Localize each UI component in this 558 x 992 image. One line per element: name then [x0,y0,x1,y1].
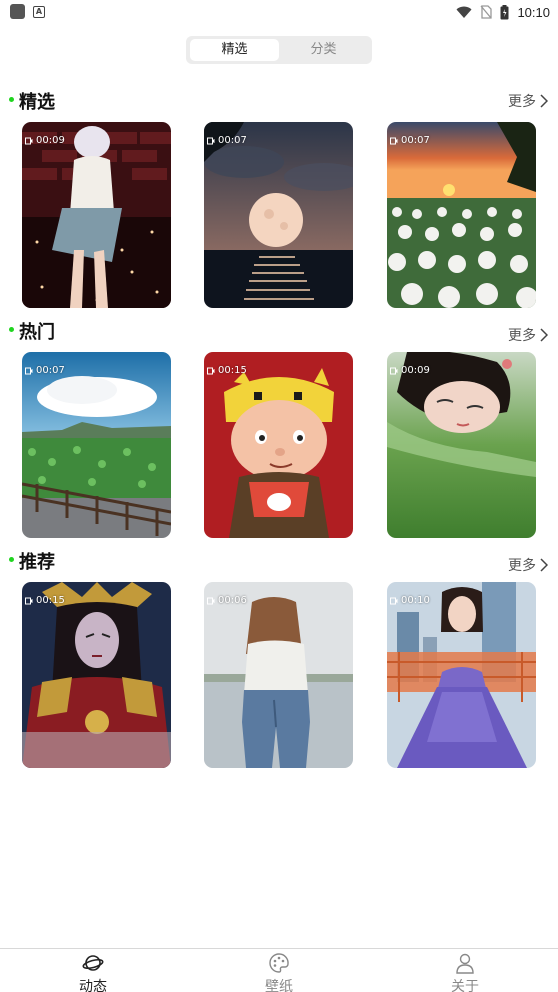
section-dot [9,327,14,332]
video-card[interactable]: 00:09 [387,352,536,538]
section-dot [9,557,14,562]
nav-label: 动态 [79,979,107,992]
video-icon [25,137,33,144]
duration-text: 00:15 [36,595,65,606]
duration-text: 00:06 [218,595,247,606]
video-thumbnail [22,122,171,308]
nav-item-wallpaper[interactable]: 壁纸 [186,949,372,992]
section-title: 热门 [19,322,55,343]
video-duration: 00:09 [25,135,65,146]
clock: 10:10 [517,4,550,20]
video-thumbnail [204,352,353,538]
video-card[interactable]: 00:07 [387,122,536,308]
app-notification-icon [10,4,25,19]
video-card[interactable]: 00:07 [204,122,353,308]
section-title: 精选 [19,92,55,113]
tab-categories[interactable]: 分类 [279,39,368,61]
video-icon [25,597,33,604]
nav-item-dynamics[interactable]: 动态 [0,949,186,992]
video-icon [207,367,215,374]
video-card[interactable]: 00:15 [204,352,353,538]
more-label: 更多 [508,558,536,574]
section-title: 推荐 [19,552,55,573]
font-notification-icon: A [33,5,45,18]
video-duration: 00:15 [207,365,247,376]
video-icon [25,367,33,374]
more-link[interactable]: 更多 [508,555,548,575]
wifi-icon [456,6,472,18]
video-duration: 00:07 [390,135,430,146]
section-header-recommended: 推荐 更多 [0,546,558,574]
duration-text: 00:09 [36,135,65,146]
video-card[interactable]: 00:06 [204,582,353,768]
video-card[interactable]: 00:07 [22,352,171,538]
video-icon [390,137,398,144]
palette-icon [269,953,289,973]
duration-text: 00:07 [36,365,65,376]
video-thumbnail [204,582,353,768]
duration-text: 00:07 [401,135,430,146]
section-header-featured: 精选 更多 [0,86,558,114]
duration-text: 00:10 [401,595,430,606]
nav-label: 关于 [451,979,479,992]
video-card[interactable]: 00:09 [22,122,171,308]
video-thumbnail [387,122,536,308]
video-duration: 00:09 [390,365,430,376]
video-duration: 00:15 [25,595,65,606]
more-link[interactable]: 更多 [508,325,548,345]
planet-icon [82,955,104,971]
video-duration: 00:07 [207,135,247,146]
duration-text: 00:15 [218,365,247,376]
video-card[interactable]: 00:15 [22,582,171,768]
duration-text: 00:07 [218,135,247,146]
chevron-right-icon [540,328,548,342]
chevron-right-icon [540,94,548,108]
video-thumbnail [387,352,536,538]
video-duration: 00:06 [207,595,247,606]
status-bar: A 10:10 [0,0,558,24]
video-icon [390,367,398,374]
chevron-right-icon [540,558,548,572]
tab-featured[interactable]: 精选 [190,39,279,61]
video-thumbnail [22,582,171,768]
video-thumbnail [22,352,171,538]
video-duration: 00:10 [390,595,430,606]
video-thumbnail [387,582,536,768]
video-duration: 00:07 [25,365,65,376]
video-icon [207,597,215,604]
video-card[interactable]: 00:10 [387,582,536,768]
more-link[interactable]: 更多 [508,91,548,111]
category-segment: 精选 分类 [186,36,372,64]
no-sim-icon [480,5,493,19]
battery-icon [500,4,509,19]
duration-text: 00:09 [401,365,430,376]
more-label: 更多 [508,328,536,344]
video-thumbnail [204,122,353,308]
video-icon [207,137,215,144]
video-icon [390,597,398,604]
section-dot [9,97,14,102]
more-label: 更多 [508,94,536,110]
bottom-nav: 动态 壁纸 关于 [0,948,558,992]
section-header-popular: 热门 更多 [0,316,558,344]
nav-item-about[interactable]: 关于 [372,949,558,992]
nav-label: 壁纸 [265,979,293,992]
person-icon [456,953,474,974]
